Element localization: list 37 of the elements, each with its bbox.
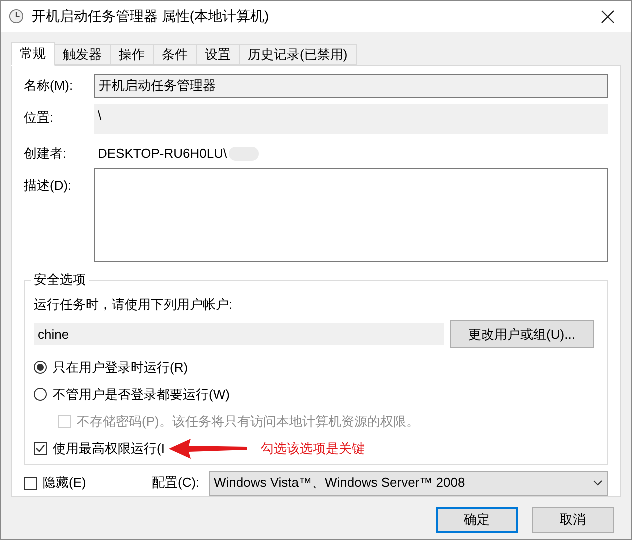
tab[interactable]: 触发器 xyxy=(54,44,111,65)
option-label: 不管用户是否登录都要运行(W) xyxy=(53,386,230,404)
name-field[interactable]: 开机启动任务管理器 xyxy=(94,74,608,98)
field-label: 创建者: xyxy=(24,145,68,164)
account-field: chine xyxy=(34,323,444,346)
option-label: 不存储密码(P)。该任务将只有访问本地计算机资源的权限。 xyxy=(77,413,420,432)
tab[interactable]: 条件 xyxy=(153,44,197,65)
checkbox[interactable] xyxy=(24,476,37,490)
config-dropdown[interactable]: Windows Vista™、Windows Server™ 2008 xyxy=(209,470,608,496)
tab[interactable]: 操作 xyxy=(110,44,154,65)
hidden-label: 隐藏(E) xyxy=(43,474,86,492)
tab[interactable]: 历史记录(已禁用) xyxy=(239,44,357,65)
tab[interactable]: 设置 xyxy=(196,44,240,65)
radio-button[interactable] xyxy=(34,388,47,402)
option-label: 只在用户登录时运行(R) xyxy=(53,359,188,378)
option-label: 使用最高权限运行(I xyxy=(53,440,165,458)
tab[interactable]: 常规 xyxy=(11,42,55,66)
config-label: 配置(C): xyxy=(152,474,201,492)
author-value: DESKTOP-RU6H0LU\ xyxy=(97,145,228,164)
dialog-button[interactable]: 确定 xyxy=(436,507,518,533)
clock-icon xyxy=(9,9,24,24)
location-field: \ xyxy=(94,104,608,134)
field-label: 描述(D): xyxy=(24,176,73,195)
dialog-button[interactable]: 取消 xyxy=(532,507,614,533)
description-field[interactable] xyxy=(94,168,608,262)
field-label: 位置: xyxy=(24,109,55,127)
field-label: 名称(M): xyxy=(24,77,74,96)
annotation: 勾选该选项是关键 xyxy=(260,440,365,458)
window-title: 开机启动任务管理器 属性(本地计算机) xyxy=(32,7,270,26)
chevron-down-icon xyxy=(593,480,603,486)
close-icon[interactable] xyxy=(601,10,615,24)
radio-button[interactable] xyxy=(34,361,47,374)
arrow-icon xyxy=(168,436,247,461)
change-user-button[interactable]: 更改用户或组(U)... xyxy=(450,320,594,348)
group-title: 安全选项 xyxy=(31,272,89,288)
checkbox[interactable] xyxy=(34,442,47,456)
account-prompt: 运行任务时，请使用下列用户帐户: xyxy=(34,296,234,314)
